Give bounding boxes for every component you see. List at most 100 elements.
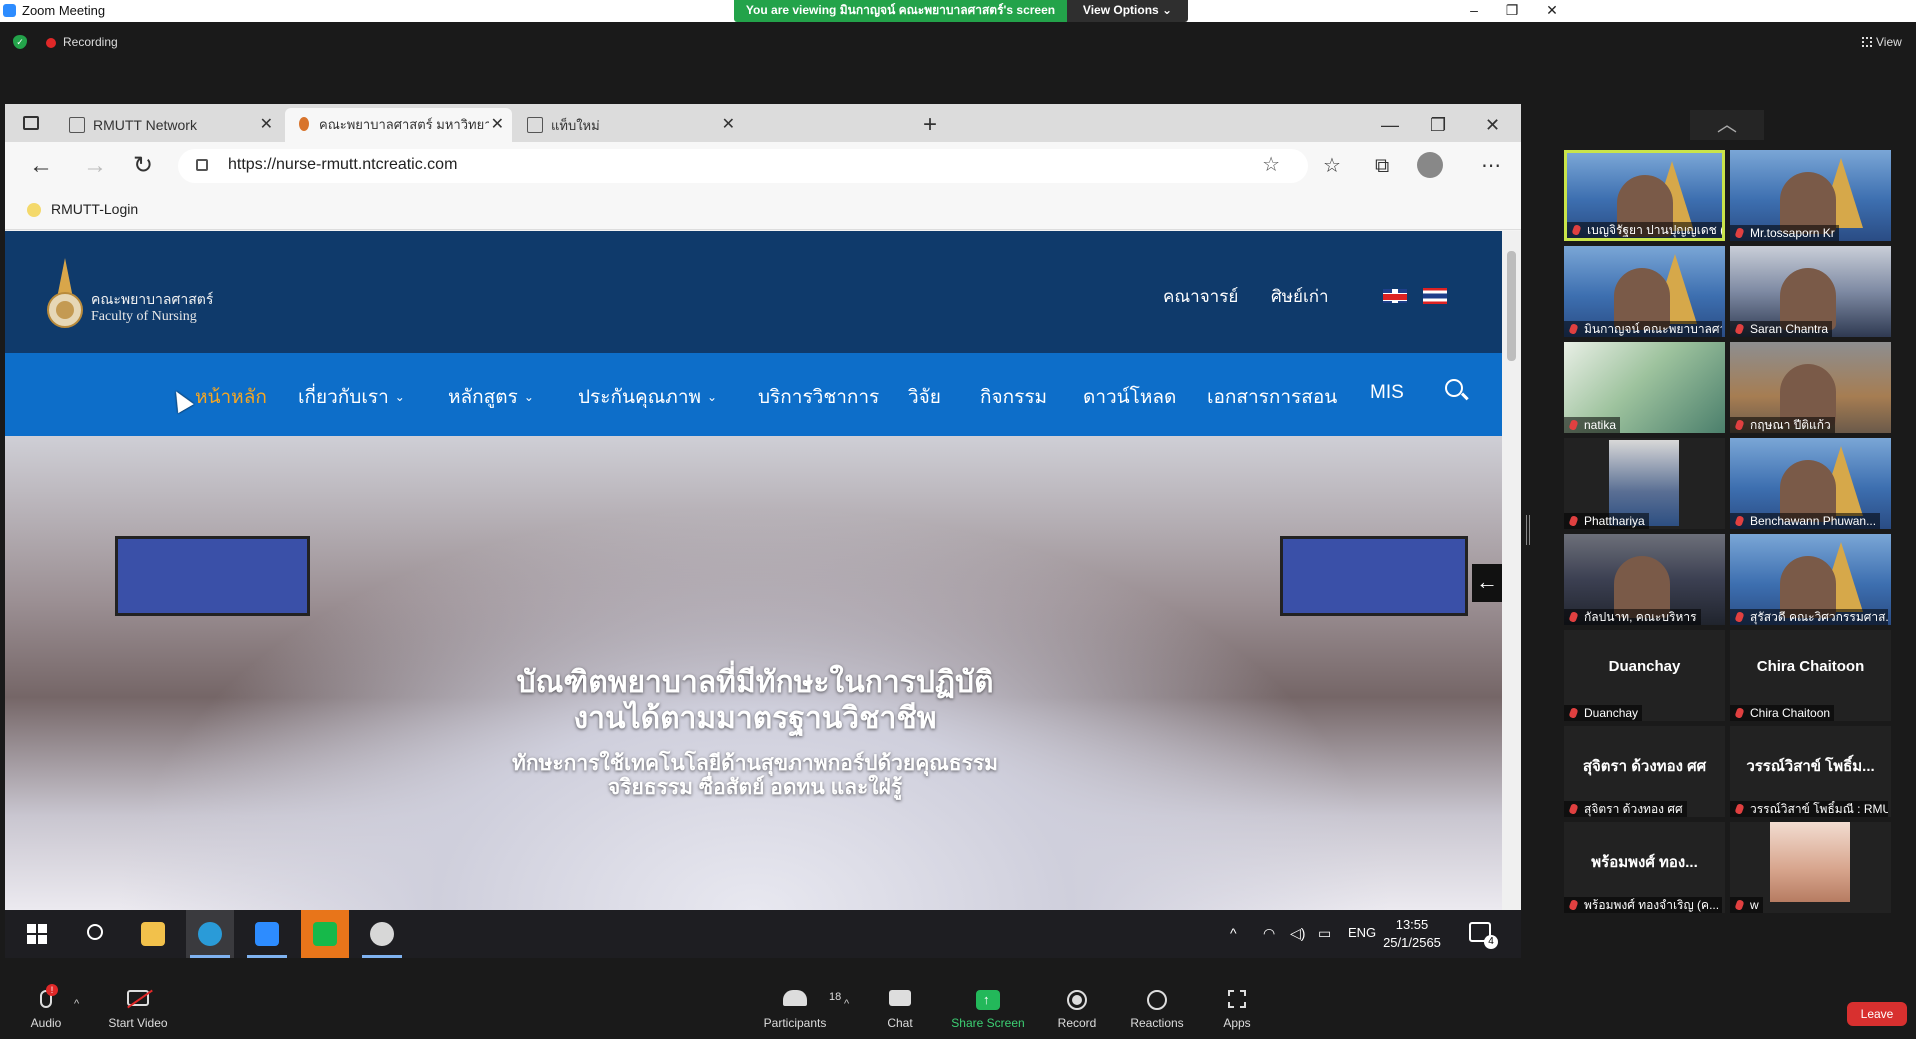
scrollbar-thumb[interactable] — [1507, 251, 1516, 361]
close-tab-icon[interactable]: ✕ — [491, 108, 504, 142]
browser-close-button[interactable]: ✕ — [1485, 108, 1500, 142]
nav-about[interactable]: เกี่ยวกับเรา ⌄ — [298, 382, 405, 412]
view-layout-button[interactable]: View — [1862, 35, 1902, 49]
nav-academic-services[interactable]: บริการวิชาการ — [758, 382, 879, 412]
participant-tile[interactable]: Benchawann Phuwan... — [1730, 438, 1891, 529]
share-screen-button[interactable]: ↑ Share Screen — [948, 990, 1028, 1030]
encryption-shield-icon[interactable]: ✓ — [13, 35, 27, 49]
record-button[interactable]: Record — [1037, 990, 1117, 1030]
logo-text-english[interactable]: Faculty of Nursing — [91, 309, 197, 325]
participant-tile[interactable]: พร้อมพงศ์ ทอง... พร้อมพงศ์ ทองจำเริญ (ค..… — [1564, 822, 1725, 913]
participant-tile[interactable]: กฤษณา ปีติแก้ว — [1730, 342, 1891, 433]
participant-tile[interactable]: มินกาญจน์ คณะพยาบาลศาส... — [1564, 246, 1725, 337]
tab-nursing-faculty[interactable]: คณะพยาบาลศาสตร์ มหาวิทยาลัยเทคโ ✕ — [285, 108, 512, 142]
favorites-icon[interactable]: ☆ — [1323, 154, 1341, 178]
add-favorite-icon[interactable]: ☆ — [1262, 152, 1280, 177]
english-flag-icon[interactable] — [1383, 289, 1407, 303]
taskbar-clock[interactable]: 13:55 25/1/2565 — [1377, 916, 1447, 952]
thai-flag-icon[interactable] — [1423, 288, 1447, 304]
participant-tile[interactable]: w — [1730, 822, 1891, 913]
tab-actions-icon[interactable] — [23, 116, 39, 130]
view-options-button[interactable]: View Options ⌄ — [1067, 0, 1188, 22]
participant-name-label: เบญจิรัฐยา ปานปุญญเดช (สา... — [1567, 222, 1722, 238]
participant-tile[interactable]: วรรณ์วิสาข์ โพธิ์ม... วรรณ์วิสาข์ โพธิ์มณ… — [1730, 726, 1891, 817]
back-button[interactable]: ← — [29, 150, 53, 182]
apps-button[interactable]: Apps — [1197, 990, 1277, 1030]
input-language[interactable]: ENG — [1348, 925, 1376, 940]
volume-icon[interactable]: ◁) — [1290, 925, 1305, 942]
forward-button[interactable]: → — [83, 150, 107, 182]
taskbar-zoom[interactable] — [243, 910, 291, 958]
panel-splitter[interactable] — [1526, 515, 1530, 545]
collections-icon[interactable]: ⧉ — [1375, 154, 1389, 178]
more-menu-icon[interactable]: ⋯ — [1481, 154, 1501, 178]
new-tab-button[interactable]: + — [923, 108, 937, 142]
notification-icon[interactable]: 4 — [1469, 922, 1498, 949]
search-icon[interactable] — [1445, 379, 1463, 397]
reload-button[interactable]: ↻ — [133, 150, 153, 182]
taskbar-search[interactable] — [71, 910, 119, 958]
top-link-faculty[interactable]: คณาจารย์ — [1163, 283, 1238, 310]
nav-downloads[interactable]: ดาวน์โหลด — [1083, 382, 1176, 412]
taskbar-line[interactable] — [301, 910, 349, 958]
tray-overflow-icon[interactable]: ^ — [1230, 925, 1237, 941]
notification-count: 4 — [1484, 935, 1498, 949]
participant-tile[interactable]: Phatthariya — [1564, 438, 1725, 529]
maximize-button[interactable]: ❐ — [1490, 0, 1534, 22]
url-text[interactable]: https://nurse-rmutt.ntcreatic.com — [228, 156, 457, 174]
close-tab-icon[interactable]: ✕ — [722, 108, 735, 142]
browser-restore-button[interactable]: ❐ — [1430, 108, 1446, 142]
audio-button[interactable]: ! Audio — [6, 984, 86, 1030]
participant-display-name: สุจิตรา ด้วงทอง ศศ — [1582, 758, 1707, 775]
top-link-alumni[interactable]: ศิษย์เก่า — [1271, 283, 1329, 310]
nav-teaching-documents[interactable]: เอกสารการสอน — [1207, 382, 1337, 412]
logo-text-thai[interactable]: คณะพยาบาลศาสตร์ — [91, 289, 213, 311]
nav-activities[interactable]: กิจกรรม — [980, 382, 1047, 412]
browser-minimize-button[interactable]: — — [1381, 108, 1399, 142]
slider-prev-arrow-icon[interactable]: ← — [1472, 564, 1502, 602]
address-bar[interactable]: https://nurse-rmutt.ntcreatic.com ☆ — [178, 149, 1308, 183]
participant-tile[interactable]: Duanchay Duanchay — [1564, 630, 1725, 721]
network-icon[interactable]: ◠ — [1263, 925, 1275, 942]
gallery-scroll-up-button[interactable]: ︿ — [1690, 110, 1764, 140]
favorite-rmutt-login[interactable]: RMUTT-Login — [51, 201, 138, 217]
lock-icon[interactable] — [196, 159, 208, 171]
close-tab-icon[interactable]: ✕ — [260, 108, 273, 142]
participant-tile[interactable]: Mr.tossaporn Kr — [1730, 150, 1891, 241]
zoom-app-icon — [3, 4, 16, 17]
faculty-emblem-icon[interactable] — [45, 258, 85, 328]
taskbar-file-explorer[interactable] — [129, 910, 177, 958]
page-scrollbar[interactable] — [1502, 231, 1521, 911]
profile-avatar[interactable] — [1417, 152, 1443, 178]
tab-new-tab[interactable]: แท็บใหม่ ✕ — [517, 108, 743, 142]
participants-options-caret[interactable]: ^ — [844, 998, 849, 1010]
nav-mis[interactable]: MIS — [1370, 382, 1404, 404]
participant-tile[interactable]: Saran Chantra — [1730, 246, 1891, 337]
nav-quality-assurance[interactable]: ประกันคุณภาพ ⌄ — [578, 382, 717, 412]
reactions-button[interactable]: Reactions — [1117, 990, 1197, 1030]
tab-rmutt-auth[interactable]: RMUTT Network Authentication ✕ — [59, 108, 281, 167]
participant-tile[interactable]: กัลปนาท, คณะบริหาร — [1564, 534, 1725, 625]
flame-icon — [299, 117, 309, 131]
participant-tile[interactable]: Chira Chaitoon Chira Chaitoon — [1730, 630, 1891, 721]
participant-tile[interactable]: เบญจิรัฐยา ปานปุญญเดช (สา... — [1564, 150, 1725, 241]
recording-label[interactable]: Recording — [63, 35, 118, 49]
participants-button[interactable]: 18 Participants — [755, 990, 841, 1030]
battery-icon[interactable]: ▭ — [1318, 925, 1331, 942]
chevron-down-icon: ⌄ — [523, 390, 534, 404]
taskbar-paint[interactable] — [358, 910, 406, 958]
nav-label: MIS — [1370, 382, 1404, 403]
chat-button[interactable]: Chat — [860, 990, 940, 1030]
start-video-button[interactable]: Start Video — [98, 990, 178, 1030]
nav-curriculum[interactable]: หลักสูตร ⌄ — [448, 382, 534, 412]
nav-home[interactable]: หน้าหลัก — [195, 382, 267, 412]
audio-options-caret[interactable]: ^ — [74, 998, 79, 1010]
participant-tile[interactable]: สุรัสวดี คณะวิศวกรรมศาส... — [1730, 534, 1891, 625]
participant-tile[interactable]: สุจิตรา ด้วงทอง ศศ สุจิตรา ด้วงทอง ศศ — [1564, 726, 1725, 817]
windows-start-icon[interactable] — [27, 924, 47, 944]
leave-button[interactable]: Leave — [1847, 1002, 1907, 1026]
participant-tile[interactable]: natika — [1564, 342, 1725, 433]
taskbar-edge[interactable] — [186, 910, 234, 958]
close-button[interactable]: ✕ — [1530, 0, 1574, 22]
nav-research[interactable]: วิจัย — [908, 382, 941, 412]
